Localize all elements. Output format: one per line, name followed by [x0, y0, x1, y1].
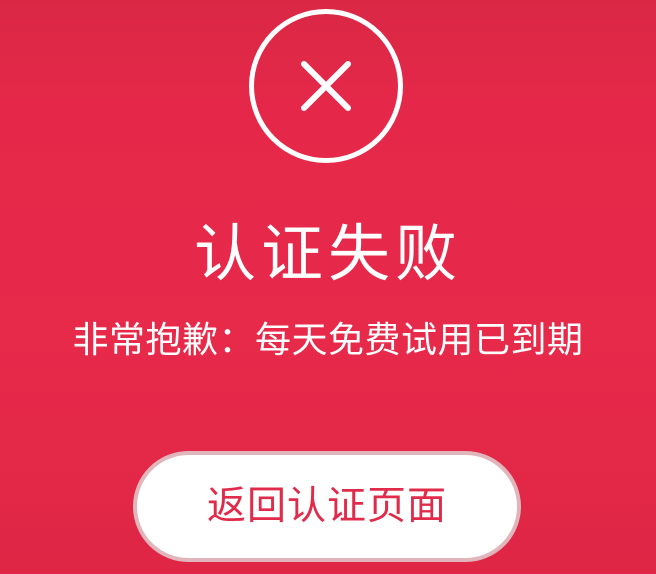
error-message: 非常抱歉：每天免费试用已到期 — [72, 320, 584, 361]
authentication-failed-screen: 认证失败 非常抱歉：每天免费试用已到期 返回认证页面 — [0, 0, 656, 574]
return-button-label: 返回认证页面 — [206, 484, 447, 528]
page-title: 认证失败 — [193, 217, 462, 290]
close-circle-icon — [249, 9, 403, 163]
return-to-authentication-button[interactable]: 返回认证页面 — [133, 451, 521, 562]
